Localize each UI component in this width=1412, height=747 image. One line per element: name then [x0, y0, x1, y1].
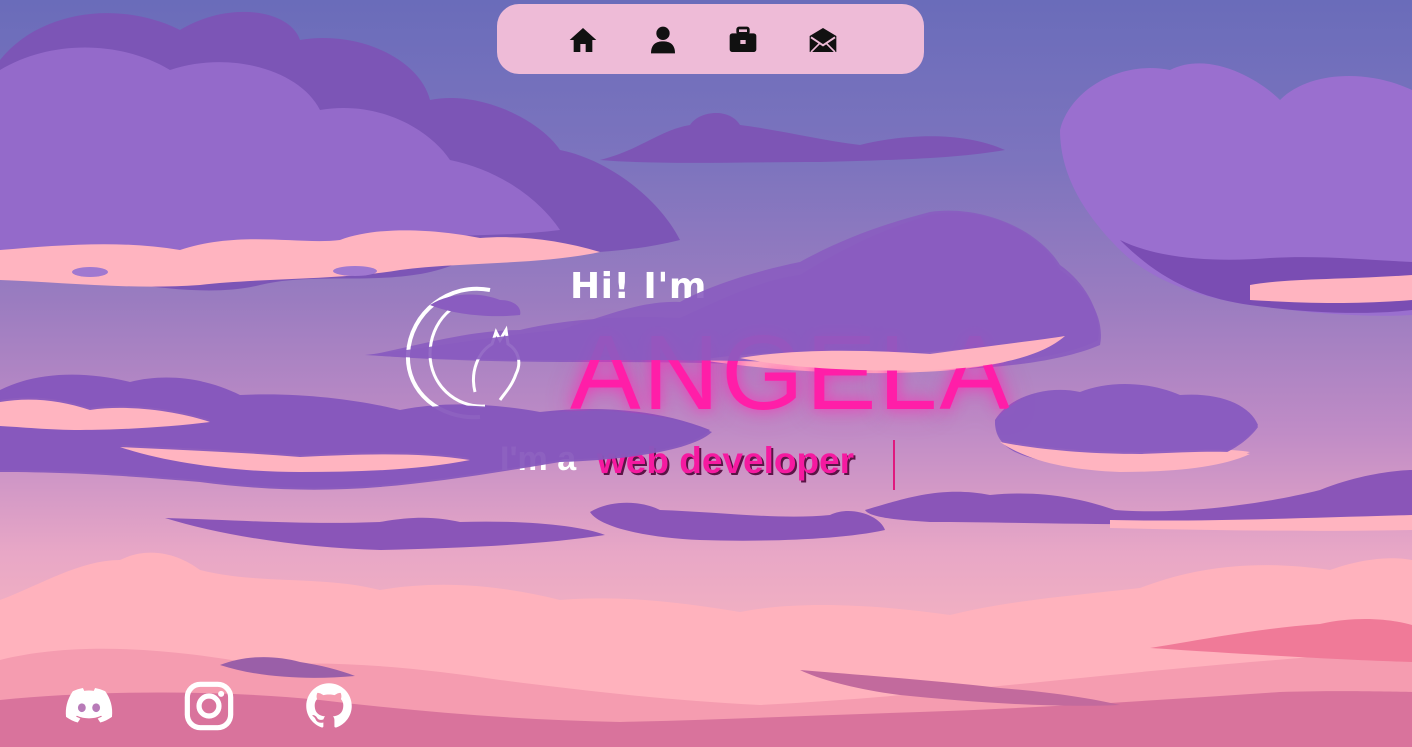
home-icon	[569, 28, 597, 52]
nav-home-button[interactable]	[566, 23, 600, 57]
instagram-link[interactable]	[183, 680, 235, 732]
discord-link[interactable]	[63, 680, 115, 732]
role-typed-text: web developer	[597, 440, 855, 481]
github-link[interactable]	[303, 680, 355, 732]
top-navbar	[497, 4, 924, 74]
instagram-icon	[184, 681, 234, 731]
briefcase-icon	[729, 26, 757, 52]
github-icon	[306, 683, 352, 728]
hero-name: ANGELA	[570, 314, 1013, 432]
nav-about-button[interactable]	[646, 23, 680, 57]
greeting-text: Hi! I'm	[570, 266, 707, 307]
discord-icon	[65, 688, 113, 723]
cloud-thin-lower	[165, 517, 605, 550]
nav-contact-button[interactable]	[806, 23, 840, 57]
user-icon	[651, 26, 675, 54]
cloud-right-middle	[995, 384, 1258, 470]
cloud-thin-right	[865, 470, 1412, 526]
cloud-upper-right	[1060, 63, 1412, 316]
role-prefix: I'm a	[500, 440, 577, 478]
mail-icon	[809, 28, 837, 53]
cloud-thin-center	[590, 502, 885, 541]
typing-cursor	[893, 440, 895, 490]
cloud-thin-top	[600, 112, 1005, 163]
moon-cat-logo	[405, 286, 521, 420]
nav-projects-button[interactable]	[726, 23, 760, 57]
